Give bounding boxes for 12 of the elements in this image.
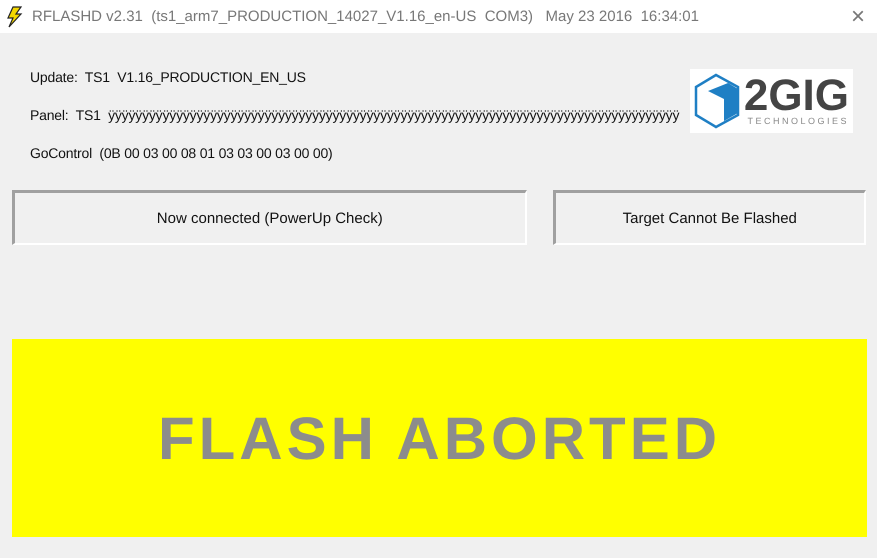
info-line: Panel: TS1 ÿÿÿÿÿÿÿÿÿÿÿÿÿÿÿÿÿÿÿÿÿÿÿÿÿÿÿÿÿÿÿÿÿÿÿÿÿÿÿÿÿÿÿÿÿÿÿÿÿÿÿÿÿÿÿÿÿÿÿÿÿÿÿÿÿÿÿÿÿÿÿÿÿÿÿÿÿÿÿÿÿÿÿÿ (30, 107, 680, 123)
logo-tagline: TECHNOLOGIES (747, 116, 849, 126)
cube-icon (694, 73, 742, 129)
banner-text: FLASH ABORTED (158, 404, 722, 472)
info-line: Update: TS1 V1.16_PRODUCTION_EN_US (30, 69, 307, 85)
status-field: Target Cannot Be Flashed (552, 190, 866, 245)
logo-name: 2GIG (744, 76, 849, 116)
status-field: Now connected (PowerUp Check) (12, 190, 527, 245)
lightning-icon (4, 6, 24, 28)
info-line: GoControl (0B 00 03 00 08 01 03 03 00 03 00 00) (30, 145, 334, 161)
window-title: RFLASHD v2.31 (ts1_arm7_PRODUCTION_14027_V1.16_en-US COM3) May 23 2016 16:34:01 (32, 8, 700, 25)
close-button[interactable]: × (846, 2, 869, 30)
